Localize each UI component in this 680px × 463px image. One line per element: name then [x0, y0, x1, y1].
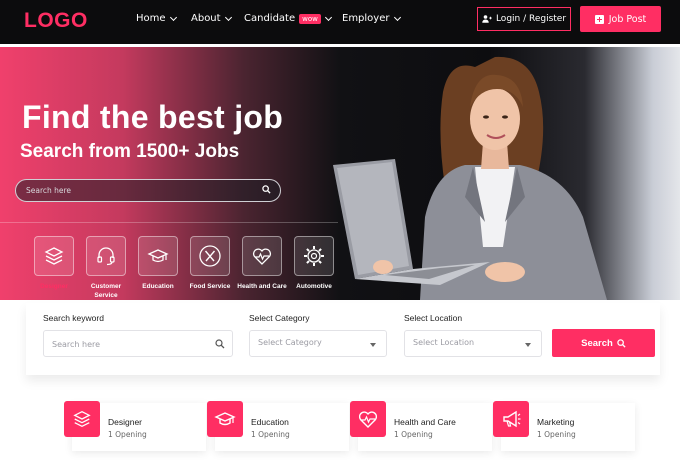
search-button[interactable]: Search	[552, 329, 655, 357]
search-icon[interactable]	[262, 185, 271, 194]
nav-candidate-label: Candidate	[244, 13, 296, 24]
hero-category-icon-box	[34, 236, 74, 276]
card-icon-box	[493, 401, 529, 437]
card-title: Health and Care	[394, 417, 456, 427]
chevron-down-icon	[393, 13, 401, 21]
layers-icon	[44, 247, 64, 265]
hero-search-input[interactable]	[26, 183, 246, 198]
headset-icon	[97, 247, 115, 266]
keyword-field	[43, 330, 233, 357]
login-register-label: Login / Register	[495, 14, 567, 24]
location-select-value: Select Location	[413, 338, 475, 347]
login-register-button[interactable]: Login / Register	[477, 7, 571, 31]
utensils-icon	[199, 245, 221, 267]
heartbeat-icon	[358, 411, 378, 428]
layers-icon	[73, 411, 91, 427]
hero-banner: Find the best job Search from 1500+ Jobs…	[0, 47, 680, 300]
heartbeat-icon	[252, 248, 272, 265]
nav-home-label: Home	[136, 13, 166, 24]
hero-category-food-service[interactable]: Food Service	[184, 236, 236, 291]
hero-title: Find the best job	[22, 99, 284, 135]
search-icon	[617, 338, 626, 348]
card-opening-count: 1 Opening	[108, 430, 147, 439]
caret-down-icon	[525, 343, 531, 347]
category-select-value: Select Category	[258, 338, 322, 347]
nav-candidate[interactable]: Candidate wow	[244, 13, 332, 24]
hero-category-label: Health and Care	[237, 283, 287, 290]
location-label: Select Location	[404, 313, 463, 323]
hero-category-icon-box	[242, 236, 282, 276]
job-search-panel: Search keyword Select Category Select Ca…	[26, 303, 660, 375]
category-card-marketing[interactable]: Marketing 1 Opening	[493, 401, 635, 451]
category-label: Select Category	[249, 313, 310, 323]
hero-divider	[0, 222, 338, 223]
card-opening-count: 1 Opening	[537, 430, 576, 439]
job-post-button[interactable]: Job Post	[580, 6, 661, 32]
wow-badge: wow	[299, 13, 321, 24]
keyword-input[interactable]	[52, 337, 202, 351]
caret-down-icon	[370, 343, 376, 347]
chevron-down-icon	[224, 13, 232, 21]
graduation-cap-icon	[147, 249, 169, 263]
hero-category-label: Education	[142, 283, 174, 290]
hero-subtitle: Search from 1500+ Jobs	[20, 141, 240, 162]
hero-category-label: Customer Service	[90, 283, 122, 299]
nav-about[interactable]: About	[191, 13, 232, 24]
card-icon-box	[350, 401, 386, 437]
graduation-cap-icon	[214, 412, 236, 426]
hero-category-customer-service[interactable]: Customer Service	[80, 236, 132, 300]
megaphone-icon	[503, 410, 521, 428]
logo[interactable]: LOGO	[24, 9, 88, 33]
hero-category-label: Food Service	[189, 283, 231, 290]
card-icon-box	[64, 401, 100, 437]
card-title: Education	[251, 417, 289, 427]
plus-square-icon	[594, 14, 604, 24]
card-title: Designer	[108, 417, 143, 427]
hero-category-label: Designer	[40, 283, 68, 290]
location-select[interactable]: Select Location	[404, 330, 542, 357]
keyword-label: Search keyword	[43, 313, 104, 323]
nav-employer[interactable]: Employer	[342, 13, 401, 24]
search-icon	[215, 339, 225, 349]
card-opening-count: 1 Opening	[251, 430, 290, 439]
hero-search-bar	[15, 179, 281, 202]
chevron-down-icon	[324, 13, 332, 21]
job-post-label: Job Post	[608, 13, 647, 25]
gear-icon	[304, 246, 324, 266]
card-opening-count: 1 Opening	[394, 430, 433, 439]
nav-about-label: About	[191, 13, 221, 24]
user-plus-icon	[482, 15, 492, 23]
category-select[interactable]: Select Category	[249, 330, 387, 357]
hero-category-designer[interactable]: Designer	[28, 236, 80, 291]
hero-category-icon-box	[86, 236, 126, 276]
top-navbar: LOGO Home About Candidate wow Employer L…	[0, 0, 680, 44]
search-button-label: Search	[581, 337, 613, 349]
hero-category-health-care[interactable]: Health and Care	[236, 236, 288, 291]
nav-employer-label: Employer	[342, 13, 390, 24]
nav-home[interactable]: Home	[136, 13, 177, 24]
woman-with-laptop-image	[333, 56, 607, 300]
category-card-health-care[interactable]: Health and Care 1 Opening	[350, 401, 492, 451]
hero-category-icon-box	[138, 236, 178, 276]
hero-category-icon-box	[190, 236, 230, 276]
hero-category-education[interactable]: Education	[132, 236, 184, 291]
card-title: Marketing	[537, 417, 575, 427]
chevron-down-icon	[169, 13, 177, 21]
category-card-designer[interactable]: Designer 1 Opening	[64, 401, 206, 451]
category-card-education[interactable]: Education 1 Opening	[207, 401, 349, 451]
card-icon-box	[207, 401, 243, 437]
